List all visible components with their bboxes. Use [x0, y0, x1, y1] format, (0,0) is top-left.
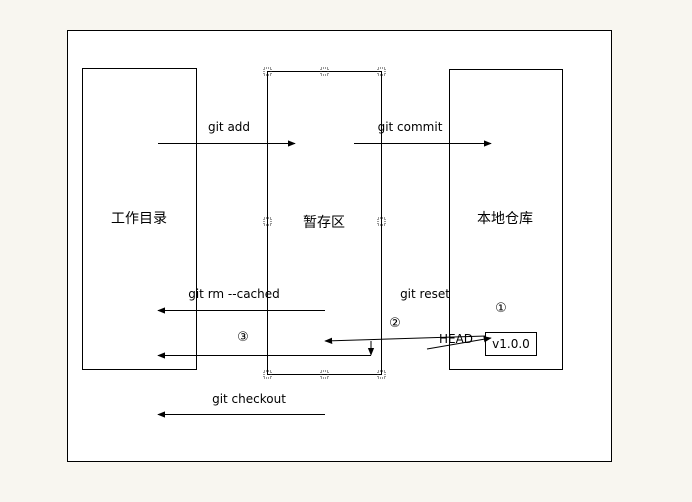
marker-1: ①: [495, 301, 507, 316]
version-label: v1.0.0: [492, 337, 530, 351]
local-repository-label: 本地仓库: [477, 211, 533, 227]
git-reset-label: git reset: [400, 287, 450, 301]
marker-2: ②: [389, 316, 401, 331]
working-directory-label: 工作目录: [111, 211, 167, 227]
git-commit-label: git commit: [378, 120, 443, 134]
diagram-canvas: 工作目录 暂存区 本地仓库 git add git commit git rm …: [0, 0, 692, 498]
git-add-label: git add: [208, 120, 250, 134]
git-checkout-label: git checkout: [212, 392, 286, 406]
staging-area-label: 暂存区: [303, 215, 345, 231]
diagram-svg: 工作目录 暂存区 本地仓库 git add git commit git rm …: [67, 30, 612, 462]
marker-3: ③: [237, 330, 249, 345]
git-rm-cached-label: git rm --cached: [188, 287, 280, 301]
